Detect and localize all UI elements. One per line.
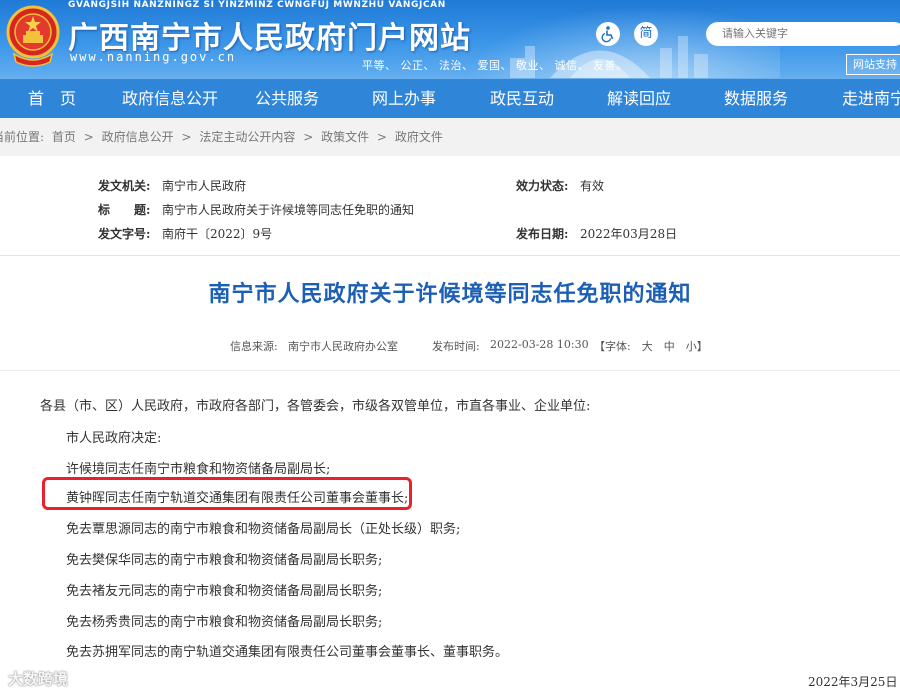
site-pinyin-title: GVANGJSIH NANZNINGZ SI YINZMINZ CWNGFUJ … (68, 0, 446, 10)
doc-title-label: 标 题: (98, 203, 151, 217)
nav-item-interpretation[interactable]: 解读回应 (607, 79, 671, 119)
nav-item-online-services[interactable]: 网上办事 (372, 79, 436, 119)
article-paragraph: 市人民政府决定: (66, 431, 162, 446)
breadcrumb-item-home[interactable]: 首页 (52, 118, 76, 156)
wheelchair-icon (601, 26, 614, 43)
nav-item-about-nanning[interactable]: 走进南宁 (842, 79, 900, 119)
breadcrumb: 当前位置: 首页 > 政府信息公开 > 法定主动公开内容 > 政策文件 > 政府… (0, 118, 900, 156)
source-label: 信息来源: (230, 340, 278, 353)
doc-number-label: 发文字号: (98, 227, 151, 241)
nav-item-government-info[interactable]: 政府信息公开 (122, 79, 218, 119)
breadcrumb-item-policy-documents[interactable]: 政策文件 (321, 118, 369, 156)
article-paragraph: 免去杨秀贵同志的南宁市粮食和物资储备局副局长职务; (66, 615, 383, 630)
site-header: GVANGJSIH NANZNINGZ SI YINZMINZ CWNGFUJ … (0, 0, 900, 78)
breadcrumb-prefix: 当前位置: (0, 130, 45, 144)
issuer-label: 发文机关: (98, 179, 151, 193)
breadcrumb-separator: > (303, 130, 314, 144)
article-title: 南宁市人民政府关于许候境等同志任免职的通知 (208, 281, 692, 307)
nav-item-home[interactable]: 首 页 (28, 79, 76, 119)
meta-row-doc-number: 发文字号: 南府干〔2022〕9号 发布日期: 2022年03月28日 (0, 224, 900, 244)
article-paragraph: 免去苏拥军同志的南宁轨道交通集团有限责任公司董事会董事长、董事职务。 (66, 645, 509, 660)
meta-divider (0, 255, 900, 256)
breadcrumb-item-government-info[interactable]: 政府信息公开 (102, 118, 174, 156)
article-paragraph: 许候境同志任南宁市粮食和物资储备局副局长; (66, 462, 331, 477)
meta-row-title: 标 题: 南宁市人民政府关于许候境等同志任免职的通知 (0, 200, 900, 220)
article-info-divider (0, 370, 900, 371)
nav-item-data-services[interactable]: 数据服务 (724, 79, 788, 119)
site-support-button[interactable]: 网站支持 (846, 54, 900, 75)
simplified-chinese-button[interactable]: 简 (634, 22, 658, 46)
document-metadata: 发文机关: 南宁市人民政府 效力状态: 有效 标 题: 南宁市人民政府关于许候境… (0, 172, 900, 252)
breadcrumb-item-mandatory-disclosure[interactable]: 法定主动公开内容 (199, 118, 295, 156)
site-url: www.nanning.gov.cn (70, 50, 237, 64)
doc-title-value: 南宁市人民政府关于许候境等同志任免职的通知 (162, 203, 415, 217)
publish-time-value: 2022-03-28 10:30 (490, 338, 589, 351)
font-size-control[interactable]: 【字体: 大 中 小】 (594, 338, 708, 354)
red-highlight-box (42, 477, 412, 510)
breadcrumb-separator: > (83, 130, 94, 144)
breadcrumb-item-government-documents[interactable]: 政府文件 (395, 118, 443, 156)
breadcrumb-separator: > (181, 130, 192, 144)
doc-number-value: 南府干〔2022〕9号 (162, 227, 273, 241)
article-paragraph: 各县（市、区）人民政府，市政府各部门，各管委会，市级各双管单位，市直各事业、企业… (40, 399, 591, 414)
article-paragraph: 免去褚友元同志的南宁市粮食和物资储备局副局长职务; (66, 584, 383, 599)
accessibility-button[interactable] (596, 22, 620, 46)
source-value: 南宁市人民政府办公室 (288, 340, 398, 353)
nav-item-public-services[interactable]: 公共服务 (255, 79, 319, 119)
article-paragraph: 免去覃思源同志的南宁市粮食和物资储备局副局长（正处长级）职务; (66, 522, 461, 537)
watermark-text: 大数跨境 (8, 670, 69, 688)
national-emblem-icon (6, 5, 60, 67)
core-values-motto: 平等、 公正、 法治、 爱国、 敬业、 诚信、 友善。 (362, 59, 628, 72)
meta-row-issuer: 发文机关: 南宁市人民政府 效力状态: 有效 (0, 176, 900, 196)
publish-date-label: 发布日期: (516, 227, 569, 241)
issuer-value: 南宁市人民政府 (162, 179, 247, 193)
nav-item-interaction[interactable]: 政民互动 (490, 79, 554, 119)
publish-time-label: 发布时间: (432, 340, 480, 353)
search-input[interactable] (706, 22, 900, 46)
main-navigation: 首 页 政府信息公开 公共服务 网上办事 政民互动 解读回应 数据服务 走进南宁 (0, 78, 900, 118)
signature-date: 2022年3月25日 (808, 675, 898, 689)
article-paragraph: 免去樊保华同志的南宁市粮食和物资储备局副局长职务; (66, 553, 383, 568)
breadcrumb-separator: > (376, 130, 387, 144)
publish-date-value: 2022年03月28日 (580, 227, 678, 241)
validity-value: 有效 (580, 179, 605, 193)
validity-label: 效力状态: (516, 179, 569, 193)
